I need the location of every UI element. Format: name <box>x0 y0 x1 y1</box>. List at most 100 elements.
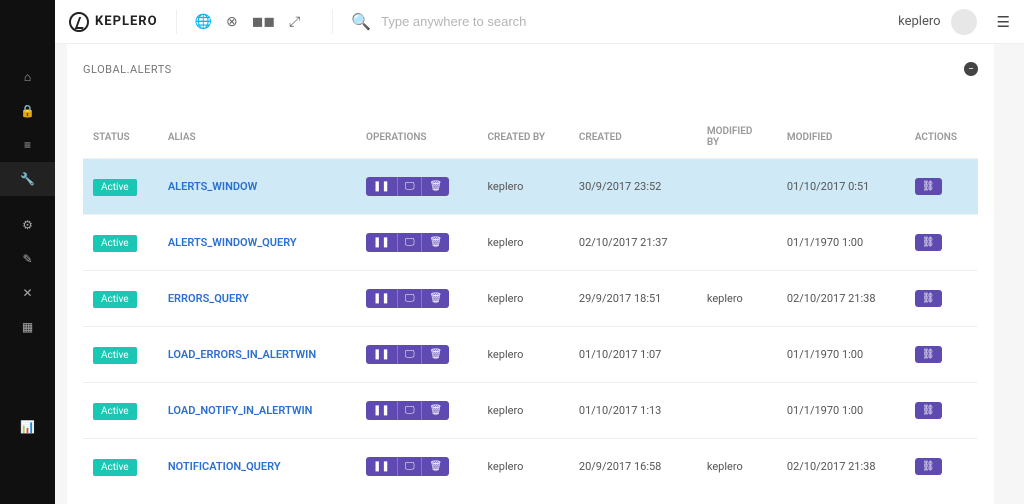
modified-cell: 02/10/2017 21:38 <box>777 271 905 327</box>
created-cell: 30/9/2017 23:52 <box>569 159 697 215</box>
link-action-button[interactable]: ⛓ <box>915 346 942 363</box>
pause-icon[interactable]: ❚❚ <box>366 345 397 364</box>
modified-cell: 01/1/1970 1:00 <box>777 215 905 271</box>
modified-by-cell <box>697 327 777 383</box>
status-badge: Active <box>93 347 137 364</box>
avatar <box>951 9 977 35</box>
table-row[interactable]: ActiveALERTS_WINDOW❚❚🖵🗑keplero30/9/2017 … <box>83 159 978 215</box>
th-actions[interactable]: ACTIONS <box>905 116 978 159</box>
sidebar: ⌂ 🔒 ≡ 🔧 ⚙ ✎ ✕ ▦ 📊 <box>0 0 55 504</box>
link-icon: ⛓ <box>922 461 935 472</box>
nav-grid[interactable]: ▦ <box>0 310 55 344</box>
monitor-icon[interactable]: 🖵 <box>397 457 422 476</box>
monitor-icon[interactable]: 🖵 <box>397 233 422 252</box>
th-modified-by[interactable]: MODIFIED BY <box>697 116 777 159</box>
created-by-cell: keplero <box>477 215 568 271</box>
topbar-divider <box>176 10 177 34</box>
modified-by-cell <box>697 159 777 215</box>
table-row[interactable]: Active LOAD_NOTIFY_IN_ALERTWIN ❚❚🖵🗑 keplero… <box>83 383 978 439</box>
settings-toggle-icon[interactable]: ☰ <box>997 13 1010 31</box>
globe-icon[interactable]: 🌐 <box>195 14 212 30</box>
card-title: GLOBAL.ALERTS <box>83 63 172 76</box>
created-cell: 01/10/2017 1:07 <box>569 327 697 383</box>
pause-icon[interactable]: ❚❚ <box>366 457 397 476</box>
sliders-icon: ≡ <box>24 138 31 152</box>
link-icon: ⛓ <box>922 405 935 416</box>
nav-lock[interactable]: 🔒 <box>0 94 55 128</box>
th-alias[interactable]: ALIAS <box>158 116 356 159</box>
alias-link[interactable]: LOAD_NOTIFY_IN_ALERTWIN <box>168 404 313 417</box>
table-row[interactable]: Active NOTIFICATION_QUERY ❚❚🖵🗑 keplero20/9/… <box>83 439 978 495</box>
modified-by-cell <box>697 215 777 271</box>
th-created[interactable]: CREATED <box>569 116 697 159</box>
created-cell: 02/10/2017 21:37 <box>569 215 697 271</box>
th-operations[interactable]: OPERATIONS <box>356 116 477 159</box>
created-cell: 20/9/2017 16:58 <box>569 439 697 495</box>
pause-icon[interactable]: ❚❚ <box>366 177 397 196</box>
page-scroll[interactable]: GLOBAL.ALERTS − STATUS ALIAS OPERATIONS … <box>55 44 1024 504</box>
monitor-icon[interactable]: 🖵 <box>397 401 422 420</box>
monitor-icon[interactable]: 🖵 <box>397 289 422 308</box>
trash-icon[interactable]: 🗑 <box>421 345 449 364</box>
pause-icon[interactable]: ❚❚ <box>366 401 397 420</box>
trash-icon[interactable]: 🗑 <box>421 457 449 476</box>
link-action-button[interactable]: ⛓ <box>915 290 942 307</box>
status-badge: Active <box>93 291 137 308</box>
search-input[interactable] <box>381 14 681 29</box>
apps-icon[interactable]: ◼◼ <box>252 14 275 30</box>
link-action-button[interactable]: ⛓ <box>915 234 942 251</box>
pause-icon[interactable]: ❚❚ <box>366 289 397 308</box>
expand-icon[interactable]: ⤢ <box>289 14 300 30</box>
operations-group: ❚❚🖵🗑 <box>366 457 449 476</box>
nav-wrench[interactable]: 🔧 <box>0 162 55 196</box>
link-icon: ⛓ <box>922 181 935 192</box>
monitor-icon[interactable]: 🖵 <box>397 345 422 364</box>
pause-icon[interactable]: ❚❚ <box>366 233 397 252</box>
trash-icon[interactable]: 🗑 <box>421 233 449 252</box>
alerts-card: GLOBAL.ALERTS − STATUS ALIAS OPERATIONS … <box>67 44 994 504</box>
trash-icon[interactable]: 🗑 <box>421 401 449 420</box>
operations-group: ❚❚🖵🗑 <box>366 233 449 252</box>
modified-by-cell <box>697 383 777 439</box>
created-by-cell: keplero <box>477 159 568 215</box>
nav-shuffle[interactable]: ✕ <box>0 276 55 310</box>
created-by-cell: keplero <box>477 383 568 439</box>
link-icon: ⛓ <box>922 237 935 248</box>
nav-gear[interactable]: ⚙ <box>0 208 55 242</box>
nav-edit[interactable]: ✎ <box>0 242 55 276</box>
alerts-table: STATUS ALIAS OPERATIONS CREATED BY CREAT… <box>83 116 978 494</box>
th-status[interactable]: STATUS <box>83 116 158 159</box>
status-badge: Active <box>93 403 137 420</box>
search-wrap: 🔍 <box>351 12 898 31</box>
alias-link[interactable]: LOAD_ERRORS_IN_ALERTWIN <box>168 348 316 361</box>
link-action-button[interactable]: ⛓ <box>915 402 942 419</box>
brand-logo-icon <box>69 12 89 32</box>
alias-link[interactable]: ALERTS_WINDOW <box>168 180 257 193</box>
modified-by-cell: keplero <box>697 271 777 327</box>
alias-link[interactable]: NOTIFICATION_QUERY <box>168 460 281 473</box>
table-row[interactable]: ActiveALERTS_WINDOW_QUERY❚❚🖵🗑keplero02/1… <box>83 215 978 271</box>
created-by-cell: keplero <box>477 439 568 495</box>
collapse-button[interactable]: − <box>964 62 978 76</box>
brand[interactable]: KEPLERO <box>69 12 158 32</box>
trash-icon[interactable]: 🗑 <box>421 289 449 308</box>
table-row[interactable]: ActiveLOAD_ERRORS_IN_ALERTWIN❚❚🖵🗑keplero… <box>83 327 978 383</box>
created-cell: 01/10/2017 1:13 <box>569 383 697 439</box>
nav-stats[interactable]: 📊 <box>0 410 55 444</box>
operations-group: ❚❚🖵🗑 <box>366 177 449 196</box>
link-action-button[interactable]: ⛓ <box>915 458 942 475</box>
nav-sliders[interactable]: ≡ <box>0 128 55 162</box>
th-created-by[interactable]: CREATED BY <box>477 116 568 159</box>
monitor-icon[interactable]: 🖵 <box>397 177 422 196</box>
alias-link[interactable]: ERRORS_QUERY <box>168 292 249 305</box>
pencil-icon: ✎ <box>22 252 32 266</box>
status-badge: Active <box>93 459 137 476</box>
nav-home[interactable]: ⌂ <box>0 60 55 94</box>
close-circle-icon[interactable]: ⊗ <box>226 14 238 30</box>
link-action-button[interactable]: ⛓ <box>915 178 942 195</box>
th-modified[interactable]: MODIFIED <box>777 116 905 159</box>
user-menu[interactable]: keplero ☰ <box>898 9 1010 35</box>
trash-icon[interactable]: 🗑 <box>421 177 449 196</box>
alias-link[interactable]: ALERTS_WINDOW_QUERY <box>168 236 297 249</box>
table-row[interactable]: ActiveERRORS_QUERY❚❚🖵🗑keplero29/9/2017 1… <box>83 271 978 327</box>
